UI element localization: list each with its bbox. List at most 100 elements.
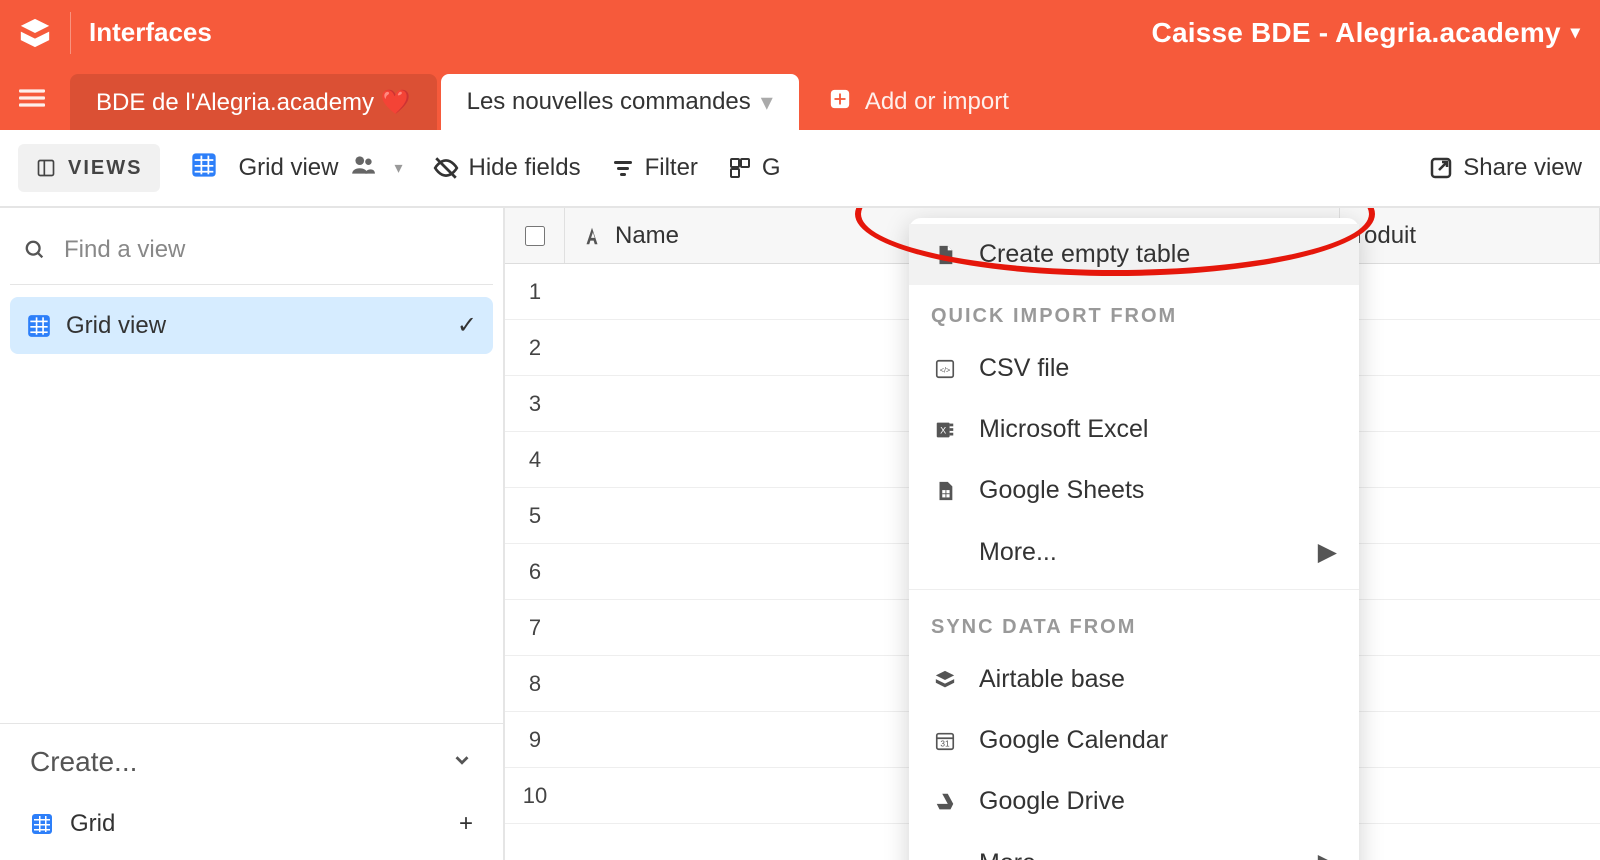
cell-produit[interactable] bbox=[1340, 432, 1600, 487]
menu-google-calendar[interactable]: 31 Google Calendar bbox=[909, 710, 1359, 771]
drive-icon bbox=[931, 791, 959, 813]
hide-fields-label: Hide fields bbox=[469, 154, 581, 182]
menu-sheets-label: Google Sheets bbox=[979, 476, 1144, 505]
calendar-icon: 31 bbox=[931, 730, 959, 752]
checkbox[interactable] bbox=[525, 226, 545, 246]
menu-gdrive-label: Google Drive bbox=[979, 787, 1125, 816]
interfaces-link[interactable]: Interfaces bbox=[89, 17, 212, 48]
filter-label: Filter bbox=[645, 154, 698, 182]
current-view-label: Grid view bbox=[238, 154, 338, 182]
menu-gcal-label: Google Calendar bbox=[979, 726, 1168, 755]
chevron-right-icon: ▶ bbox=[1318, 848, 1337, 860]
menu-more-import[interactable]: More... ▶ bbox=[909, 521, 1359, 583]
add-or-import-button[interactable]: Add or import bbox=[803, 74, 1035, 130]
row-number: 4 bbox=[505, 447, 565, 473]
create-grid-label: Grid bbox=[70, 810, 115, 838]
find-view-placeholder: Find a view bbox=[64, 236, 185, 264]
tab-active-label: Les nouvelles commandes bbox=[467, 88, 751, 116]
grid-icon bbox=[30, 812, 54, 836]
cell-produit[interactable] bbox=[1340, 320, 1600, 375]
row-number: 8 bbox=[505, 671, 565, 697]
people-icon bbox=[350, 152, 386, 185]
menu-icon[interactable] bbox=[12, 78, 52, 118]
row-number: 9 bbox=[505, 727, 565, 753]
row-number: 6 bbox=[505, 559, 565, 585]
add-import-label: Add or import bbox=[865, 88, 1009, 116]
cell-produit[interactable] bbox=[1340, 656, 1600, 711]
column-header-produit-partial[interactable]: roduit bbox=[1340, 208, 1600, 263]
menu-section-sync: SYNC DATA FROM bbox=[909, 596, 1359, 649]
workspace-switcher[interactable]: Caisse BDE - Alegria.academy ▾ bbox=[1152, 17, 1580, 49]
sidebar-bottom: Create... Grid + bbox=[0, 723, 503, 860]
text-field-icon bbox=[581, 225, 603, 247]
find-view-input[interactable]: Find a view bbox=[0, 226, 503, 284]
menu-excel[interactable]: X Microsoft Excel bbox=[909, 399, 1359, 460]
group-label-partial: G bbox=[762, 154, 781, 182]
menu-airtable-label: Airtable base bbox=[979, 665, 1125, 694]
caret-down-icon: ▾ bbox=[1571, 22, 1580, 43]
current-view-chip[interactable]: Grid view ▾ bbox=[190, 151, 402, 186]
menu-csv[interactable]: </> CSV file bbox=[909, 338, 1359, 399]
cell-produit[interactable] bbox=[1340, 768, 1600, 823]
menu-sheets[interactable]: Google Sheets bbox=[909, 460, 1359, 521]
menu-csv-label: CSV file bbox=[979, 354, 1069, 383]
workspace-name: Caisse BDE - Alegria.academy bbox=[1152, 17, 1561, 49]
grid-icon bbox=[190, 151, 228, 186]
caret-down-icon: ▾ bbox=[761, 88, 773, 117]
divider bbox=[909, 589, 1359, 590]
svg-text:31: 31 bbox=[940, 739, 950, 748]
cell-produit[interactable] bbox=[1340, 544, 1600, 599]
cell-produit[interactable] bbox=[1340, 488, 1600, 543]
tab-base[interactable]: BDE de l'Alegria.academy ❤️ bbox=[70, 74, 437, 130]
tab-base-label: BDE de l'Alegria.academy ❤️ bbox=[96, 88, 411, 117]
sheets-icon bbox=[931, 480, 959, 502]
table-tabs: BDE de l'Alegria.academy ❤️ Les nouvelle… bbox=[0, 65, 1600, 130]
check-icon: ✓ bbox=[457, 311, 477, 340]
menu-airtable-base[interactable]: Airtable base bbox=[909, 649, 1359, 710]
airtable-icon bbox=[931, 669, 959, 691]
svg-text:</>: </> bbox=[940, 365, 951, 374]
menu-more-sync-label: More... bbox=[979, 849, 1057, 860]
cell-produit[interactable] bbox=[1340, 600, 1600, 655]
row-number: 3 bbox=[505, 391, 565, 417]
grid-icon bbox=[26, 313, 52, 339]
column-produit-label: roduit bbox=[1356, 222, 1416, 250]
cell-produit[interactable] bbox=[1340, 712, 1600, 767]
hide-fields-button[interactable]: Hide fields bbox=[433, 154, 581, 182]
row-number: 5 bbox=[505, 503, 565, 529]
csv-icon: </> bbox=[931, 358, 959, 380]
menu-excel-label: Microsoft Excel bbox=[979, 415, 1148, 444]
create-view-toggle[interactable]: Create... bbox=[24, 724, 479, 798]
sidebar-view-grid[interactable]: Grid view ✓ bbox=[10, 297, 493, 354]
row-number: 2 bbox=[505, 335, 565, 361]
top-bar: Interfaces Caisse BDE - Alegria.academy … bbox=[0, 0, 1600, 65]
share-view-button[interactable]: Share view bbox=[1429, 154, 1582, 182]
grid-area: Name roduit 12345678910 Create empty tab… bbox=[505, 208, 1600, 860]
plus-icon: + bbox=[459, 810, 473, 838]
row-number: 7 bbox=[505, 615, 565, 641]
app-logo-icon[interactable] bbox=[18, 16, 52, 50]
create-grid-view[interactable]: Grid + bbox=[24, 798, 479, 850]
divider bbox=[10, 284, 493, 285]
view-toolbar: VIEWS Grid view ▾ Hide fields Filter G S… bbox=[0, 130, 1600, 208]
views-panel-toggle[interactable]: VIEWS bbox=[18, 144, 160, 192]
chevron-right-icon: ▶ bbox=[1318, 537, 1337, 567]
menu-create-empty-label: Create empty table bbox=[979, 240, 1190, 269]
group-button-partial[interactable]: G bbox=[728, 154, 781, 182]
cell-produit[interactable] bbox=[1340, 376, 1600, 431]
views-label: VIEWS bbox=[68, 157, 142, 180]
filter-button[interactable]: Filter bbox=[611, 154, 698, 182]
file-icon bbox=[931, 244, 959, 266]
sidebar-view-label: Grid view bbox=[66, 312, 166, 340]
tab-active-table[interactable]: Les nouvelles commandes ▾ bbox=[441, 74, 799, 130]
share-view-label: Share view bbox=[1463, 154, 1582, 182]
menu-more-sync[interactable]: More... ▶ bbox=[909, 832, 1359, 860]
menu-google-drive[interactable]: Google Drive bbox=[909, 771, 1359, 832]
column-name-label: Name bbox=[615, 222, 679, 250]
chevron-down-icon bbox=[451, 746, 473, 778]
cell-produit[interactable] bbox=[1340, 264, 1600, 319]
row-number: 1 bbox=[505, 279, 565, 305]
menu-section-quick-import: QUICK IMPORT FROM bbox=[909, 285, 1359, 338]
menu-create-empty-table[interactable]: Create empty table bbox=[909, 224, 1359, 285]
select-all-checkbox[interactable] bbox=[505, 208, 565, 263]
